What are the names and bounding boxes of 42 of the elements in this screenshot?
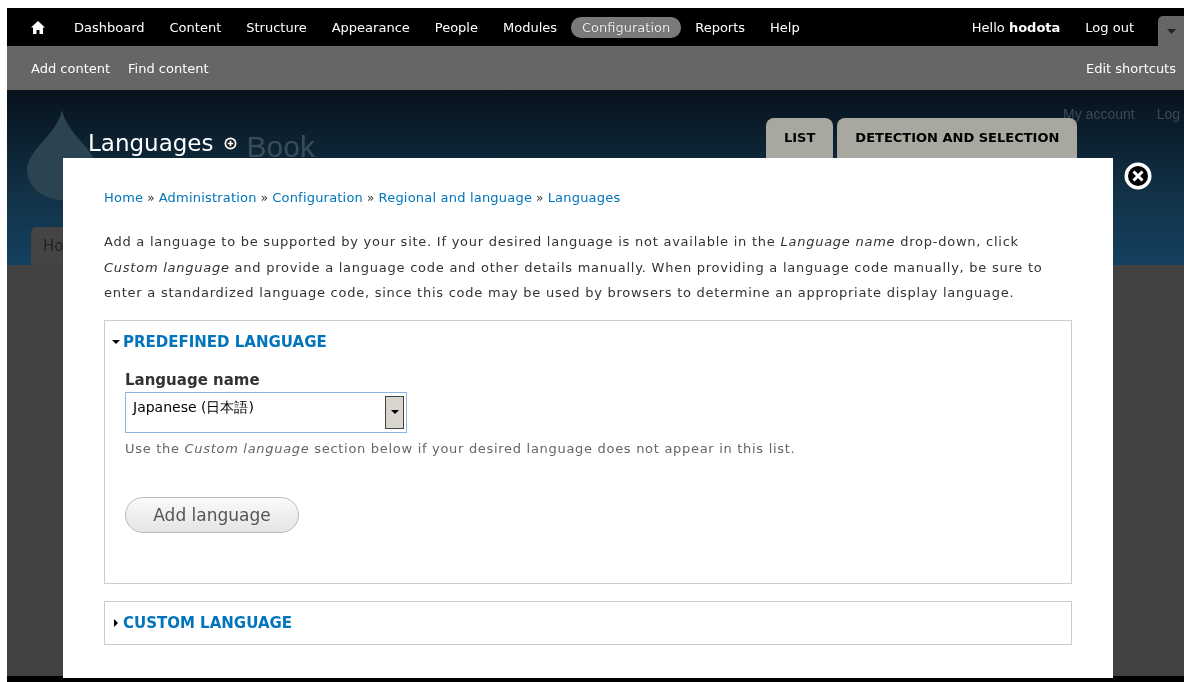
breadcrumb-link[interactable]: Home (104, 190, 144, 205)
menu-link[interactable]: Modules (492, 16, 569, 38)
language-select[interactable]: Japanese (日本語) (125, 391, 407, 433)
description-text: Add a language to be supported by your site. If your desired language is not available in the Language name drop-down, click Custom language and provide a language code and other details manually. When providing a language code manually, be sure to enter a standardized language code, since this code may be used by browsers to determine an appropriate display language. (104, 233, 1044, 302)
breadcrumb-link[interactable]: Languages (547, 190, 621, 205)
logout-link[interactable]: Log out (1074, 16, 1145, 38)
caret-icon (1166, 28, 1176, 34)
caret-right-icon (112, 618, 120, 627)
menu-link[interactable]: People (423, 16, 489, 38)
breadcrumb-separator: » (367, 190, 375, 205)
menu-link[interactable]: Dashboard (63, 16, 156, 38)
breadcrumb-separator: » (536, 190, 544, 205)
page-title: Languages (88, 131, 214, 155)
caret-icon (390, 410, 399, 414)
fieldset-toggle[interactable]: PREDEFINED LANGUAGE (105, 320, 1071, 365)
home-icon[interactable] (31, 20, 45, 34)
menu-link[interactable]: Help (759, 16, 811, 38)
dropdown-button[interactable] (385, 395, 404, 429)
drawer-toggle[interactable] (1158, 16, 1184, 46)
menu-link[interactable]: Configuration (571, 16, 682, 38)
breadcrumb-link[interactable]: Administration (158, 190, 257, 205)
add-language-button[interactable]: Add language (125, 496, 299, 533)
menu-link[interactable]: Appearance (320, 16, 421, 38)
add-shortcut-icon[interactable] (223, 136, 237, 150)
close-icon[interactable] (1124, 162, 1152, 190)
breadcrumb-link[interactable]: Configuration (272, 190, 363, 205)
fieldset-toggle[interactable]: CUSTOM LANGUAGE (105, 601, 1071, 644)
tab[interactable]: DETECTION AND SELECTION (837, 118, 1078, 159)
breadcrumb-separator: » (260, 190, 269, 205)
breadcrumb-separator: » (147, 190, 155, 205)
menu-link[interactable]: Reports (684, 16, 757, 38)
edit-shortcuts-link[interactable]: Edit shortcuts (1086, 60, 1176, 76)
shortcut-link[interactable]: Find content (128, 60, 209, 76)
menu-link[interactable]: Structure (235, 16, 318, 38)
shortcut-link[interactable]: Add content (31, 60, 111, 76)
caret-down-icon (112, 337, 120, 346)
tab[interactable]: LIST (766, 118, 834, 159)
breadcrumb-link[interactable]: Regional and language (378, 190, 533, 205)
field-label: Language name (125, 370, 261, 389)
help-text: Use the Custom language section below if your desired language does not appear in this list. (125, 440, 797, 456)
menu-link[interactable]: Content (158, 16, 233, 38)
greeting-text: Hello hodota (971, 19, 1061, 35)
